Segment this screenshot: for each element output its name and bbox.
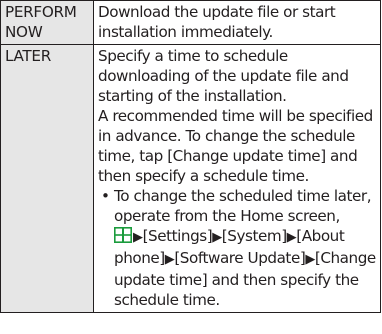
menu-path-software-update: [Software Update] — [174, 249, 306, 267]
path-separator-icon: ▶ — [286, 230, 297, 245]
row-description: Specify a time to schedule downloading o… — [93, 44, 381, 313]
menu-path-settings: [Settings] — [142, 227, 213, 245]
row-key-perform-now: PERFORM NOW — [0, 0, 94, 45]
bullet-text: To change the scheduled time later, oper… — [114, 186, 377, 310]
row-key-later: LATER — [0, 44, 94, 313]
bullet-lead-text: To change the scheduled time later, oper… — [114, 187, 372, 225]
path-separator-icon: ▶ — [133, 230, 143, 245]
bullet-mark: • — [101, 187, 110, 205]
table-row: LATER Specify a time to schedule downloa… — [0, 44, 381, 313]
apps-grid-icon — [114, 227, 132, 248]
description-paragraph: Specify a time to schedule downloading o… — [98, 47, 349, 105]
description-paragraph: Download the update file or start instal… — [98, 3, 336, 41]
menu-path-system: [System] — [221, 227, 287, 245]
path-separator-icon: ▶ — [305, 252, 315, 267]
path-separator-icon: ▶ — [164, 252, 175, 267]
description-paragraph: A recommended time will be specified in … — [98, 107, 373, 185]
path-separator-icon: ▶ — [212, 230, 222, 245]
table-row: PERFORM NOW Download the update file or … — [0, 0, 381, 45]
bullet-note: • To change the scheduled time later, op… — [98, 186, 377, 310]
row-description: Download the update file or start instal… — [93, 0, 381, 45]
settings-description-table: PERFORM NOW Download the update file or … — [0, 0, 381, 313]
